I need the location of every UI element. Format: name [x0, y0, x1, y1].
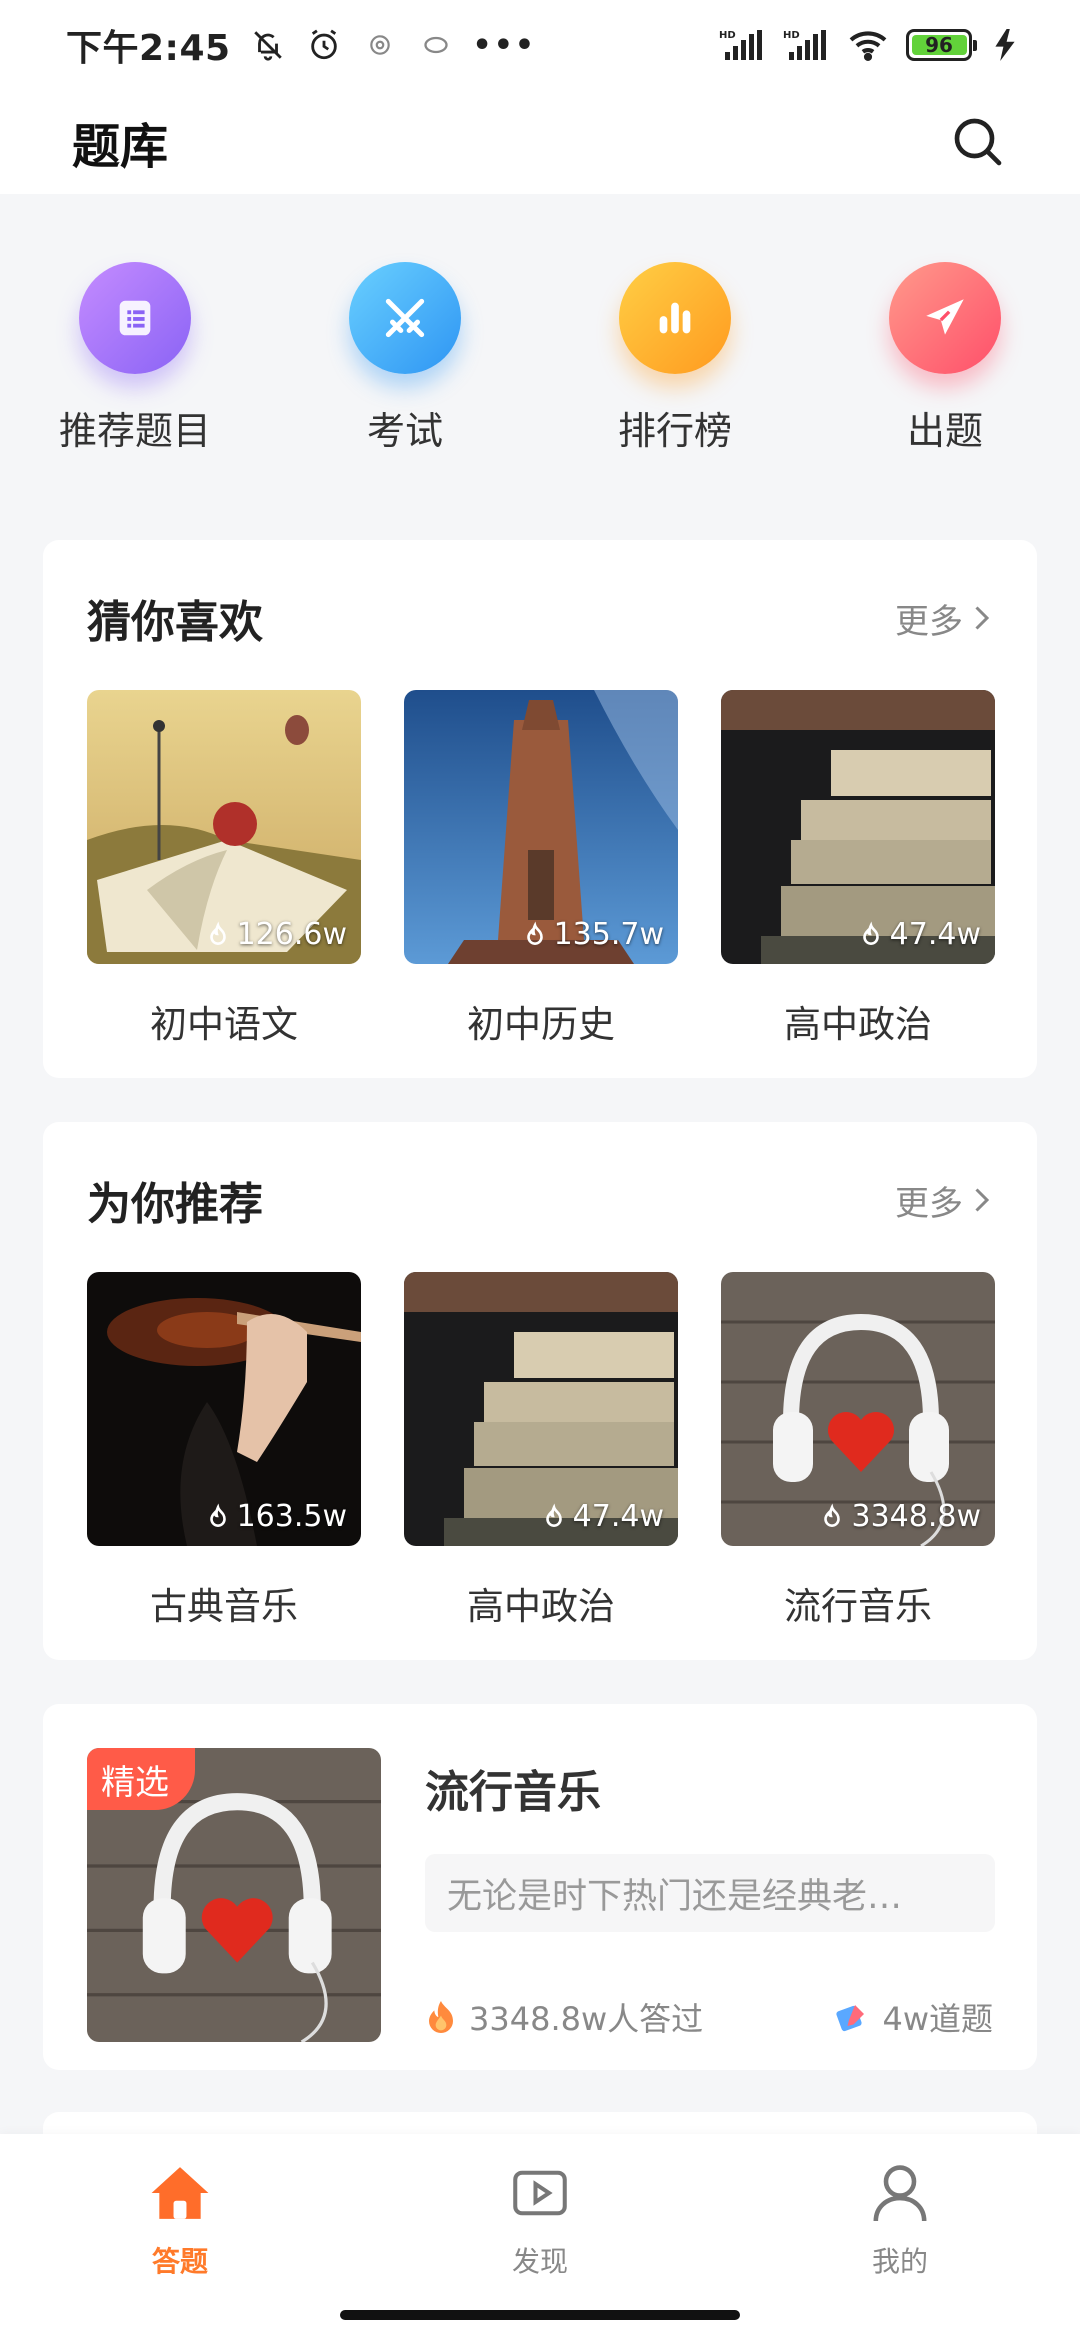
featured-description: 无论是时下热门还是经典老… — [425, 1854, 995, 1932]
status-time: 下午2:45 — [66, 28, 231, 69]
nav-label: 发现 — [511, 2245, 568, 2278]
section-title: 猜你喜欢 — [87, 597, 263, 648]
nav-label: 我的 — [871, 2245, 928, 2278]
tile-list: 163.5w 古典音乐 47.4w 高中政治 3348.8w 流行音乐 — [87, 1272, 995, 1630]
tile-label: 初中语文 — [150, 1003, 298, 1046]
recommended-card: 为你推荐 更多 163.5w 古典音乐 47.4w 高中政治 3348.8w 流… — [43, 1122, 1037, 1660]
flame-icon — [209, 1503, 226, 1527]
pencil-icon — [836, 2005, 865, 2032]
signal-icon: HD — [782, 26, 830, 64]
more-link[interactable]: 更多 — [895, 1176, 993, 1225]
search-button[interactable] — [948, 112, 1008, 172]
fire-icon — [429, 2001, 453, 2033]
svg-text:HD: HD — [719, 30, 736, 41]
list-icon — [79, 262, 191, 374]
tile-image-headphones: 3348.8w — [721, 1272, 995, 1546]
nav-label: 答题 — [151, 2245, 208, 2278]
page-title: 题库 — [72, 119, 169, 175]
tile-image-monument: 135.7w — [404, 690, 678, 964]
answered-count: 3348.8w人答过 — [425, 1994, 703, 2040]
quick-action-label: 考试 — [366, 409, 443, 453]
battery-indicator: 96 — [906, 29, 977, 61]
app-header: 题库 — [0, 90, 1080, 194]
tile-count: 163.5w — [205, 1499, 347, 1534]
subject-tile[interactable]: 163.5w 古典音乐 — [87, 1272, 361, 1630]
charging-icon — [994, 26, 1016, 64]
tile-count: 47.4w — [541, 1499, 664, 1534]
user-icon — [867, 2160, 933, 2226]
tile-label: 古典音乐 — [150, 1585, 298, 1628]
tile-image-book-landscape: 126.6w — [87, 690, 361, 964]
bar-chart-icon — [619, 262, 731, 374]
status-bar: 下午2:45 ••• HD HD 96 — [0, 0, 1080, 90]
subject-tile[interactable]: 47.4w 高中政治 — [404, 1272, 678, 1630]
quick-action-recommended[interactable]: 推荐题目 — [35, 262, 235, 455]
flame-icon — [545, 1503, 562, 1527]
signal-icon: HD — [718, 26, 766, 64]
status-icons-right: HD HD 96 — [718, 26, 1016, 64]
tile-image-books: 47.4w — [721, 690, 995, 964]
app-icon — [417, 26, 455, 64]
subject-tile[interactable]: 3348.8w 流行音乐 — [721, 1272, 995, 1630]
bell-off-icon — [249, 26, 287, 64]
battery-level: 96 — [925, 33, 953, 57]
chevron-right-icon — [975, 1188, 990, 1212]
tile-label: 流行音乐 — [784, 1585, 932, 1628]
quick-action-create[interactable]: 出题 — [845, 262, 1045, 455]
quick-action-leaderboard[interactable]: 排行榜 — [575, 262, 775, 455]
status-icons-left: ••• — [249, 26, 537, 64]
tile-label: 高中政治 — [467, 1585, 615, 1628]
swords-icon — [349, 262, 461, 374]
quick-action-label: 排行榜 — [617, 409, 732, 453]
featured-image: 精选 — [87, 1748, 381, 2042]
quick-actions: 推荐题目 考试 排行榜 出题 — [0, 262, 1080, 455]
more-status-icon: ••• — [472, 27, 537, 63]
tile-count: 126.6w — [205, 917, 347, 952]
subject-tile[interactable]: 135.7w 初中历史 — [404, 690, 678, 1048]
tile-count: 135.7w — [522, 917, 664, 952]
featured-title: 流行音乐 — [425, 1767, 601, 1818]
more-link[interactable]: 更多 — [895, 594, 993, 643]
quick-action-label: 出题 — [906, 409, 983, 453]
tile-label: 初中历史 — [467, 1003, 615, 1046]
question-bank-page: 下午2:45 ••• HD HD 96 题库 推荐题目 考试 排行榜 出题 猜你… — [0, 0, 1080, 2340]
question-count: 4w道题 — [834, 1994, 993, 2040]
tile-image-books: 47.4w — [404, 1272, 678, 1546]
play-icon — [507, 2160, 573, 2226]
tile-list: 126.6w 初中语文 135.7w 初中历史 47.4w 高中政治 — [87, 690, 995, 1048]
featured-stats: 3348.8w人答过 4w道题 — [425, 1994, 993, 2040]
nav-tab-mine[interactable]: 我的 — [800, 2160, 1000, 2340]
section-title: 为你推荐 — [87, 1179, 263, 1230]
featured-card[interactable]: 精选 流行音乐 无论是时下热门还是经典老… 3348.8w人答过 4w道题 — [43, 1704, 1037, 2070]
quick-action-exam[interactable]: 考试 — [305, 262, 505, 455]
flame-icon — [209, 921, 226, 945]
nav-tab-answer[interactable]: 答题 — [80, 2160, 280, 2340]
home-indicator[interactable] — [340, 2310, 740, 2320]
subject-tile[interactable]: 47.4w 高中政治 — [721, 690, 995, 1048]
featured-badge: 精选 — [87, 1748, 195, 1810]
svg-text:HD: HD — [783, 30, 800, 41]
tile-count: 3348.8w — [819, 1499, 981, 1534]
tile-image-violin: 163.5w — [87, 1272, 361, 1546]
paper-plane-icon — [889, 262, 1001, 374]
alarm-icon — [305, 26, 343, 64]
flame-icon — [824, 1503, 841, 1527]
guess-you-like-card: 猜你喜欢 更多 126.6w 初中语文 135.7w 初中历史 47.4w 高中… — [43, 540, 1037, 1078]
tile-count: 47.4w — [858, 917, 981, 952]
home-icon — [147, 2160, 213, 2226]
tile-label: 高中政治 — [784, 1003, 932, 1046]
subject-tile[interactable]: 126.6w 初中语文 — [87, 690, 361, 1048]
wifi-icon — [846, 26, 890, 64]
quick-action-label: 推荐题目 — [58, 409, 211, 453]
chevron-right-icon — [975, 606, 990, 630]
flame-icon — [526, 921, 543, 945]
app-icon — [361, 26, 399, 64]
flame-icon — [862, 921, 879, 945]
search-icon — [954, 118, 1002, 166]
